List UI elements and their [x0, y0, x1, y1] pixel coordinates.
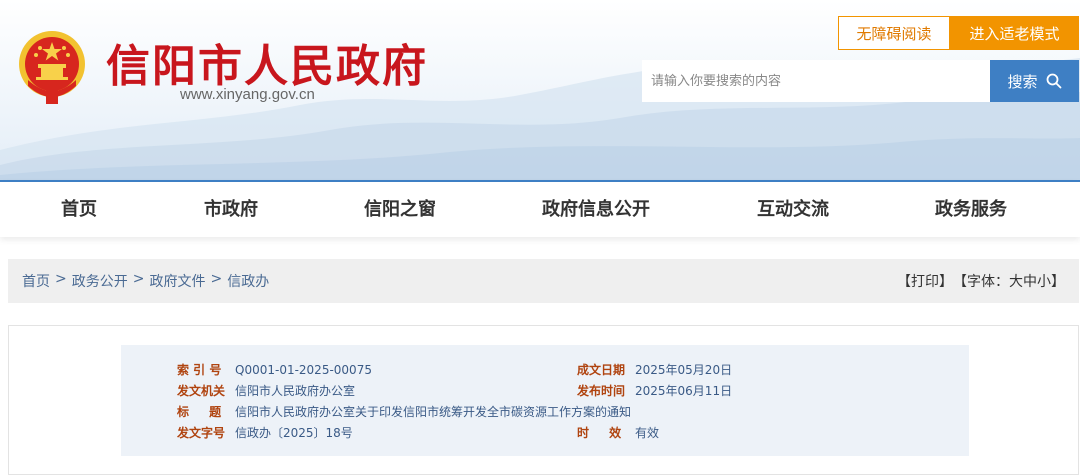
- meta-doc-number-label: 发文字号: [177, 426, 226, 440]
- nav-item-gov-services[interactable]: 政务服务: [935, 182, 1007, 237]
- national-emblem-icon: [19, 31, 85, 104]
- meta-validity-label: 时 效: [577, 426, 630, 440]
- search-input[interactable]: [642, 60, 990, 102]
- meta-published-label: 发布时间: [577, 384, 626, 398]
- nav-item-city-government[interactable]: 市政府: [204, 182, 258, 237]
- nav-item-info-disclosure[interactable]: 政府信息公开: [542, 182, 650, 237]
- meta-created-label: 成文日期: [577, 363, 626, 377]
- meta-created-date: 成文日期 2025年05月20日: [577, 361, 732, 378]
- meta-validity: 时 效有效: [577, 424, 659, 441]
- meta-doc-number-value: 信政办〔2025〕18号: [235, 426, 353, 440]
- accessibility-reading-button[interactable]: 无障碍阅读: [838, 16, 950, 50]
- font-large-button[interactable]: 大: [1009, 271, 1023, 291]
- meta-issuer-value: 信阳市人民政府办公室: [235, 384, 356, 398]
- meta-published-date: 发布时间 2025年06月11日: [577, 382, 732, 399]
- breadcrumb-separator: >: [132, 271, 145, 287]
- breadcrumb-bar: 首页 > 政务公开 > 政府文件 > 信政办 【打印】 【字体： 大 中 小 】: [8, 259, 1079, 303]
- meta-index-value: Q0001-01-2025-00075: [235, 363, 372, 377]
- search-icon: [1046, 73, 1061, 89]
- meta-issuer-label: 发文机关: [177, 384, 226, 398]
- site-title[interactable]: 信阳市人民政府: [106, 30, 428, 94]
- breadcrumb-separator: >: [210, 271, 223, 287]
- meta-title-value: 信阳市人民政府办公室关于印发信阳市统筹开发全市碳资源工作方案的通知: [235, 405, 632, 419]
- font-medium-button[interactable]: 中: [1023, 271, 1037, 291]
- search-button[interactable]: 搜索: [990, 60, 1079, 102]
- meta-published-value: 2025年06月11日: [635, 384, 733, 398]
- main-nav: 首页 市政府 信阳之窗 政府信息公开 互动交流 政务服务: [0, 180, 1080, 237]
- meta-title: 标 题信阳市人民政府办公室关于印发信阳市统筹开发全市碳资源工作方案的通知: [177, 403, 631, 420]
- search-button-label: 搜索: [1007, 72, 1038, 91]
- meta-validity-value: 有效: [635, 426, 660, 440]
- meta-title-label: 标 题: [177, 405, 230, 419]
- breadcrumb-xinzhengban[interactable]: 信政办: [227, 271, 269, 291]
- site-url: www.xinyang.gov.cn: [180, 86, 315, 103]
- print-button[interactable]: 【打印】: [897, 271, 953, 291]
- nav-item-xinyang-window[interactable]: 信阳之窗: [364, 182, 436, 237]
- page-tools: 【打印】 【字体： 大 中 小 】: [897, 271, 1065, 291]
- breadcrumb-separator: >: [55, 271, 67, 287]
- font-size-suffix: 】: [1051, 274, 1065, 290]
- breadcrumb-gov-documents[interactable]: 政府文件: [149, 271, 205, 291]
- breadcrumb-home[interactable]: 首页: [22, 271, 50, 291]
- document-meta-table: 索 引 号 Q0001-01-2025-00075 成文日期 2025年05月20日…: [121, 345, 969, 456]
- elder-mode-button[interactable]: 进入适老模式: [950, 16, 1079, 50]
- article-container: 索 引 号 Q0001-01-2025-00075 成文日期 2025年05月20日…: [8, 325, 1079, 475]
- meta-doc-number: 发文字号 信政办〔2025〕18号: [177, 424, 353, 441]
- meta-created-value: 2025年05月20日: [635, 363, 733, 377]
- meta-issuer: 发文机关 信阳市人民政府办公室: [177, 382, 355, 399]
- site-header: 信阳市人民政府 www.xinyang.gov.cn 无障碍阅读 进入适老模式 …: [0, 0, 1080, 180]
- meta-index: 索 引 号 Q0001-01-2025-00075: [177, 361, 372, 378]
- font-small-button[interactable]: 小: [1037, 271, 1051, 291]
- nav-item-interaction[interactable]: 互动交流: [757, 182, 829, 237]
- nav-item-home[interactable]: 首页: [61, 182, 97, 237]
- breadcrumb-gov-affairs[interactable]: 政务公开: [72, 271, 128, 291]
- breadcrumb: 首页 > 政务公开 > 政府文件 > 信政办: [22, 271, 269, 291]
- meta-index-label: 索 引 号: [177, 363, 222, 377]
- font-size-prefix: 【字体：: [953, 274, 1009, 290]
